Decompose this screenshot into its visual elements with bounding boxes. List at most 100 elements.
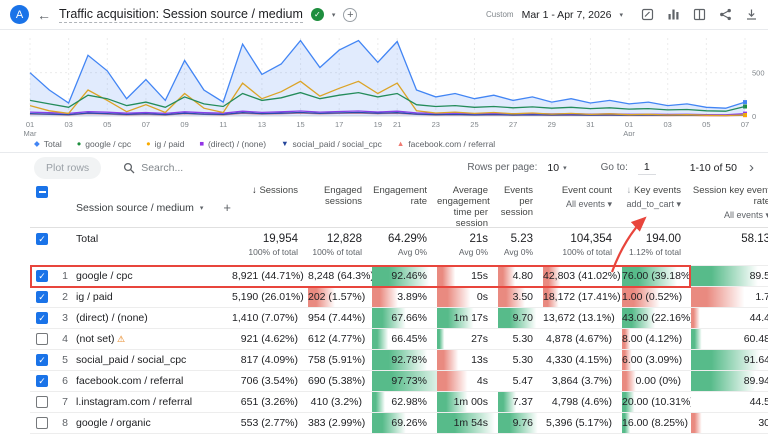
table-row[interactable]: ✓ 6 facebook.com / referral 706 (3.54%) 690 … <box>30 371 768 392</box>
row-checkbox[interactable]: ✓ <box>36 354 48 366</box>
svg-text:23: 23 <box>432 120 440 129</box>
goto-input[interactable]: 1 <box>637 161 656 175</box>
legend-marker-icon: ▲ <box>396 139 405 149</box>
row-checkbox[interactable]: ✓ <box>36 312 48 324</box>
legend-item[interactable]: ■ (direct) / (none) <box>199 139 266 149</box>
column-label: Sessions <box>259 185 298 196</box>
row-number-header <box>54 182 76 227</box>
top-bar: A ← Traffic acquisition: Session source … <box>0 0 768 30</box>
svg-text:31: 31 <box>586 120 594 129</box>
table-row[interactable]: ✓ 1 google / cpc 8,921 (44.71%) 8,248 (64.3%… <box>30 266 768 287</box>
metric-selector[interactable]: All events ▾ <box>691 210 768 220</box>
date-caret-icon[interactable]: ▾ <box>619 11 623 19</box>
metric-cell: 8,921 (44.71%) <box>232 270 304 282</box>
svg-text:01: 01 <box>26 120 34 129</box>
metric-cell: 89.94 <box>691 371 768 391</box>
column-label: Engagement rate <box>373 185 427 207</box>
column-header[interactable]: Event count All events ▾ <box>543 182 622 227</box>
sort-arrow-icon[interactable]: ↓ <box>627 185 634 196</box>
table-row[interactable]: 8 google / organic 553 (2.77%) 383 (2.99%) 6… <box>30 413 768 434</box>
chart-section: 01 Mar 03 05 07 09 11 13 15 17 19 21 23 25 27 29 31 01 Apr… <box>0 30 768 152</box>
dimension-selector[interactable]: Session source / medium ▾ + <box>76 182 232 227</box>
insights-icon[interactable] <box>667 8 680 21</box>
metric-cell: 15s <box>437 266 498 286</box>
metric-cell: 18,172 (17.41%) <box>543 287 622 307</box>
table-row[interactable]: ✓ 3 (direct) / (none) 1,410 (7.07%) 954 (7.4… <box>30 308 768 329</box>
svg-text:0: 0 <box>752 112 756 121</box>
legend-marker-icon: ◆ <box>34 139 40 149</box>
add-report-button[interactable]: + <box>343 7 358 22</box>
column-label: Key events <box>634 185 681 196</box>
row-checkbox[interactable] <box>36 396 48 408</box>
row-checkbox[interactable]: ✓ <box>36 233 48 245</box>
metric-cell: 553 (2.77%) <box>240 417 298 429</box>
row-checkbox[interactable]: ✓ <box>36 375 48 387</box>
add-secondary-dimension-button[interactable]: + <box>223 200 231 215</box>
compare-icon[interactable] <box>693 8 706 21</box>
legend-item[interactable]: ▲ facebook.com / referral <box>397 139 495 149</box>
share-icon[interactable] <box>719 8 732 21</box>
next-page-button[interactable]: › <box>747 160 756 175</box>
page-title[interactable]: Traffic acquisition: Session source / me… <box>59 7 303 23</box>
svg-text:Mar: Mar <box>24 129 37 136</box>
totals-cell: 21s Avg 0% <box>458 233 488 257</box>
metric-cell: 7.37 <box>498 392 543 412</box>
column-header[interactable]: Engagement rate <box>372 182 437 227</box>
source-medium-cell: google / cpc <box>76 266 232 286</box>
legend-item[interactable]: ● google / cpc <box>77 139 131 149</box>
row-checkbox[interactable]: ✓ <box>36 270 48 282</box>
checkbox-cell <box>30 392 54 412</box>
column-header[interactable]: Engaged sessions <box>308 182 372 227</box>
legend-label: ig / paid <box>154 139 185 149</box>
select-all-checkbox[interactable] <box>36 186 48 198</box>
column-header[interactable]: ↓ Sessions <box>232 182 308 227</box>
legend-item[interactable]: ◆ Total <box>34 139 62 149</box>
metric-cell: 1,410 (7.07%) <box>232 312 298 324</box>
date-type-label: Custom <box>486 10 514 19</box>
search-box[interactable] <box>123 161 292 174</box>
column-header[interactable]: Average engagement time per session <box>437 182 498 227</box>
metric-cell: 9.70 <box>498 308 543 328</box>
title-menu-caret-icon[interactable]: ▾ <box>332 11 336 19</box>
avatar[interactable]: A <box>10 5 29 24</box>
table-row[interactable]: 4 (not set) ⚠ 921 (4.62%) 612 (4.77%) 66.45%… <box>30 329 768 350</box>
row-checkbox[interactable] <box>36 417 48 429</box>
table-row[interactable]: ✓ 5 social_paid / social_cpc 817 (4.09%) 758… <box>30 350 768 371</box>
table-row[interactable]: 7 l.instagram.com / referral 651 (3.26%) 41… <box>30 392 768 413</box>
plot-rows-button[interactable]: Plot rows <box>34 156 102 179</box>
dimension-label: Session source / medium <box>76 201 194 214</box>
rows-per-page-select[interactable]: 10 ▾ <box>547 162 566 174</box>
column-header[interactable]: Events per session <box>498 182 543 227</box>
table-row[interactable]: ✓ 2 ig / paid 5,190 (26.01%) 202 (1.57%) 3.89… <box>30 287 768 308</box>
totals-cell: 104,354 100% of total <box>562 233 612 257</box>
traffic-chart[interactable]: 01Mar03 05 07 09 11 13 15 17 19 21 23 25 27 29 31 01Apr… <box>0 30 768 136</box>
metric-cell: 5,396 (5.17%) <box>546 417 612 429</box>
note-icon[interactable] <box>641 8 654 21</box>
date-range-picker[interactable]: Mar 1 - Apr 7, 2026 <box>522 9 612 21</box>
svg-text:03: 03 <box>664 120 672 129</box>
totals-cell: 58.13 <box>741 233 768 245</box>
row-number: 4 <box>62 333 68 345</box>
column-header[interactable]: ↓ Key events add_to_cart ▾ <box>622 182 691 227</box>
search-input[interactable] <box>141 161 292 174</box>
legend-item[interactable]: ● ig / paid <box>146 139 184 149</box>
column-label: Average engagement time per session <box>437 185 490 227</box>
metric-cell: 410 (3.2%) <box>310 396 362 408</box>
metric-cell: 97.73% <box>372 371 437 391</box>
legend-item[interactable]: ▼ social_paid / social_cpc <box>281 139 382 149</box>
row-checkbox[interactable] <box>36 333 48 345</box>
topbar-actions <box>641 8 758 21</box>
source-medium-cell: l.instagram.com / referral <box>76 392 232 412</box>
metric-cell: 3.50 <box>498 287 543 307</box>
row-checkbox[interactable]: ✓ <box>36 291 48 303</box>
status-check-icon: ✓ <box>310 8 324 21</box>
metric-cell: 383 (2.99%) <box>308 417 366 429</box>
metric-selector[interactable]: add_to_cart ▾ <box>622 199 681 209</box>
metric-cell: 4s <box>437 371 498 391</box>
column-header[interactable]: Session key event rate All events ▾ <box>691 182 768 227</box>
download-icon[interactable] <box>745 8 758 21</box>
metric-selector[interactable]: All events ▾ <box>543 199 612 209</box>
metric-cell: 3.89% <box>372 287 437 307</box>
back-arrow-icon[interactable]: ← <box>37 8 51 22</box>
svg-text:05: 05 <box>702 120 710 129</box>
